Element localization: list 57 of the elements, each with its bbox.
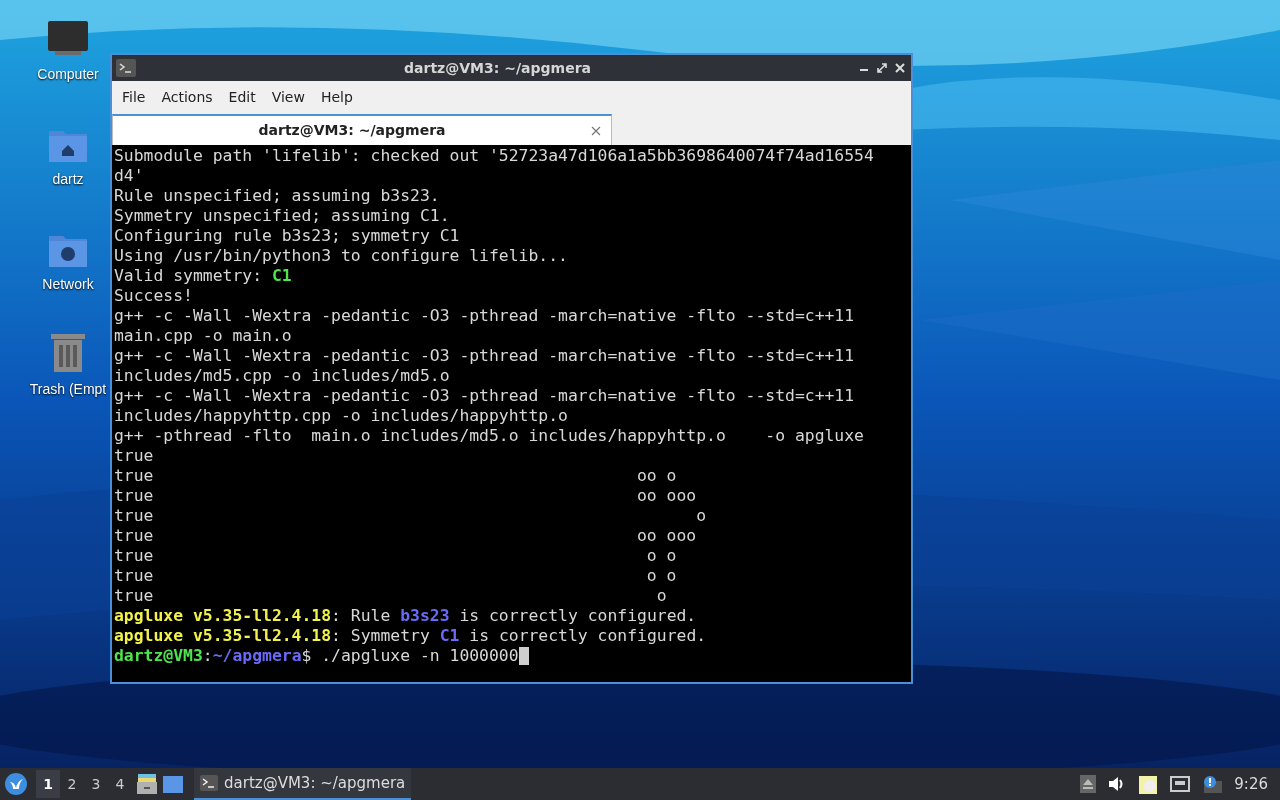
menu-item[interactable]: Edit: [222, 86, 262, 108]
terminal-line: g++ -c -Wall -Wextra -pedantic -O3 -pthread -march=native -flto --std=c++11: [114, 346, 855, 366]
terminal-line: Rule unspecified; assuming b3s23.: [114, 186, 440, 206]
clock[interactable]: 9:26: [1234, 772, 1268, 796]
workspace-button[interactable]: 2: [60, 770, 84, 798]
monitor-icon: [47, 20, 89, 58]
terminal-line: true oo ooo: [114, 486, 697, 506]
close-icon[interactable]: [591, 125, 601, 136]
terminal-icon: [116, 59, 136, 77]
terminal-line: apgluxe v5.35-ll2.4.18: Rule b3s23 is correctly configured.: [114, 606, 697, 626]
workspace-button[interactable]: 4: [108, 770, 132, 798]
start-menu-icon[interactable]: [4, 772, 28, 796]
terminal-tab[interactable]: dartz@VM3: ~/apgmera: [112, 114, 612, 145]
terminal-line: dartz@VM3:~/apgmera$ ./apgluxe -n 1000000: [114, 646, 519, 666]
terminal-line: Valid symmetry: C1: [114, 266, 292, 286]
terminal-line: Success!: [114, 286, 193, 306]
folder-icon[interactable]: [162, 774, 184, 794]
terminal-line: apgluxe v5.35-ll2.4.18: Symmetry C1 is correctly configured.: [114, 626, 707, 646]
network-port-icon[interactable]: [1170, 776, 1191, 792]
terminal-line: g++ -c -Wall -Wextra -pedantic -O3 -pthread -march=native -flto --std=c++11: [114, 386, 855, 406]
terminal-line: true o: [114, 506, 707, 526]
terminal-line: Using /usr/bin/python3 to configure lifelib...: [114, 246, 568, 266]
tab-label: dartz@VM3: ~/apgmera: [257, 121, 447, 140]
desktop-icon-label[interactable]: dartz: [52, 169, 84, 190]
terminal-line: true: [114, 446, 154, 466]
workspace-button[interactable]: 1: [36, 770, 60, 798]
terminal-line: true oo ooo: [114, 526, 697, 546]
notification-icon[interactable]: [1202, 775, 1223, 793]
clipboard-icon[interactable]: [1138, 773, 1159, 795]
terminal-line: true o o: [114, 546, 677, 566]
terminal-line: includes/md5.cpp -o includes/md5.o: [114, 366, 450, 386]
terminal-line: d4': [114, 166, 144, 186]
taskbar-task[interactable]: dartz@VM3: ~/apgmera: [194, 768, 412, 800]
terminal-line: true o o: [114, 566, 677, 586]
file-cabinet-icon[interactable]: [136, 773, 158, 795]
menu-item[interactable]: File: [116, 86, 152, 108]
terminal-line: includes/happyhttp.cpp -o includes/happyhttp.o: [114, 406, 568, 426]
desktop-icon-label[interactable]: Trash (Empt: [29, 379, 107, 400]
terminal-line: Symmetry unspecified; assuming C1.: [114, 206, 450, 226]
terminal-line: true oo o: [114, 466, 677, 486]
terminal-icon: [200, 775, 218, 791]
menu-item[interactable]: Help: [314, 86, 359, 108]
menu-item[interactable]: Actions: [155, 86, 219, 108]
terminal-line: g++ -pthread -flto main.o includes/md5.o includes/happyhttp.o -o apgluxe: [114, 426, 864, 446]
text-cursor: [518, 647, 529, 665]
terminal-line: main.cpp -o main.o: [114, 326, 292, 346]
window-title: dartz@VM3: ~/apgmera: [403, 58, 592, 78]
terminal-line: g++ -c -Wall -Wextra -pedantic -O3 -pthread -march=native -flto --std=c++11: [114, 306, 855, 326]
maximize-icon[interactable]: [877, 63, 887, 73]
terminal-line: true o: [114, 586, 667, 606]
eject-icon[interactable]: [1080, 775, 1097, 793]
desktop-icon-label[interactable]: Network: [42, 274, 94, 295]
menu-item[interactable]: View: [265, 86, 311, 108]
terminal-line: Configuring rule b3s23; symmetry C1: [114, 226, 460, 246]
workspace-button[interactable]: 3: [84, 770, 108, 798]
terminal-line: Submodule path 'lifelib': checked out '52723a47d106a1a5bb3698640074f74ad16554: [114, 146, 874, 166]
trash-icon: [50, 331, 86, 373]
